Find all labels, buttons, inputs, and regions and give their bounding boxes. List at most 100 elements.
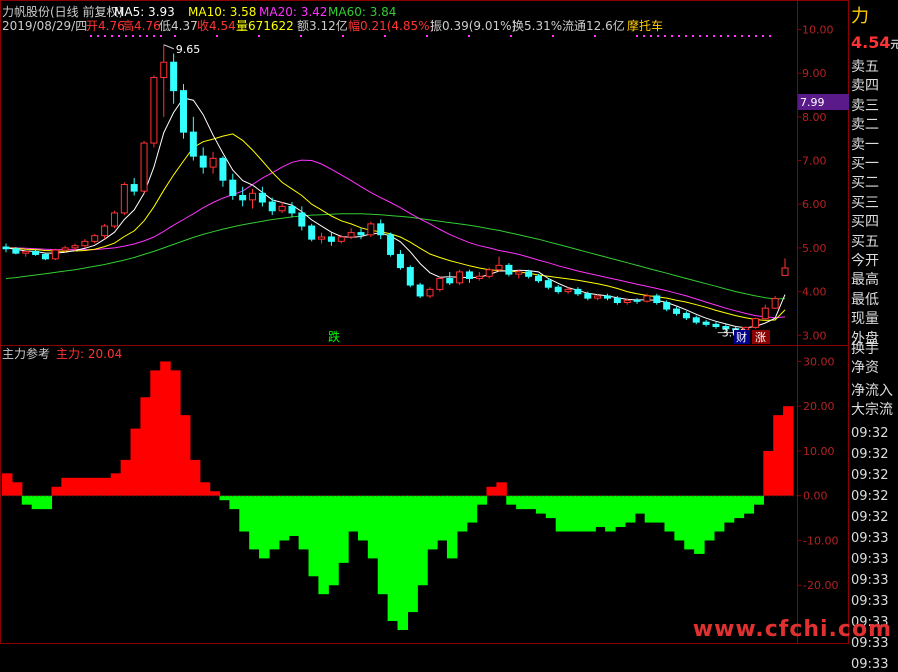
candle-body xyxy=(643,295,651,302)
main-force-bar xyxy=(783,406,794,496)
main-force-bar xyxy=(357,495,369,541)
event-marker-dot xyxy=(692,35,694,37)
main-force-bar xyxy=(506,495,517,505)
candle-body xyxy=(594,295,602,299)
ma60-line xyxy=(5,213,786,300)
candle-body xyxy=(456,271,464,284)
main-force-bar xyxy=(526,495,537,510)
indicator-tick-label: 30.00 xyxy=(803,355,835,368)
watermark: www.cfchi.com xyxy=(692,617,892,642)
stock-chart[interactable]: 3.00 4.00 5.00 6.00 7.00 8.00 9.00 10.00 力帆股份(日线… xyxy=(0,0,849,644)
info-text: 摩托车 xyxy=(627,18,663,33)
main-force-bar xyxy=(2,473,13,496)
event-marker-dot xyxy=(671,35,673,37)
event-marker-dot xyxy=(300,35,302,37)
main-force-bar xyxy=(585,495,596,532)
main-force-bar xyxy=(427,495,438,550)
main-force-bar xyxy=(496,482,507,496)
candle-body xyxy=(426,288,434,297)
candle-body xyxy=(604,295,612,299)
candle-body xyxy=(51,249,59,260)
candle-body xyxy=(633,299,641,302)
main-force-bar xyxy=(160,361,171,496)
event-marker-dot xyxy=(706,35,708,37)
main-force-bar xyxy=(615,495,626,528)
event-marker-dot xyxy=(748,35,750,37)
quote-row-label: 卖三 xyxy=(851,97,879,114)
main-force-bar xyxy=(338,495,349,563)
candle-body xyxy=(534,275,542,282)
main-force-bar xyxy=(763,450,774,496)
candle-body xyxy=(32,250,40,255)
price-marker: 7.99 xyxy=(800,96,825,109)
info-text: 换5.31% xyxy=(512,19,562,33)
candle-body xyxy=(485,269,493,277)
candle-body xyxy=(71,245,79,249)
event-marker-dot xyxy=(426,35,428,37)
main-force-bar xyxy=(90,477,102,496)
main-force-bar xyxy=(516,495,527,510)
indicator-tick-label: -20.00 xyxy=(803,579,838,592)
quote-row-label: 买一 xyxy=(851,156,879,172)
quote-row-label: 卖二 xyxy=(851,117,879,134)
event-marker-dot xyxy=(657,35,659,37)
quote-row-label: 买二 xyxy=(851,175,879,192)
main-force-bar xyxy=(318,495,329,595)
main-force-bar xyxy=(634,495,646,514)
event-marker-dot xyxy=(762,35,764,37)
header-text: 力帆股份(日线 前复权) xyxy=(2,4,123,19)
rise-marker: 涨 xyxy=(755,331,766,344)
candle-body xyxy=(81,240,89,247)
trade-time: 09:33 xyxy=(851,657,889,672)
main-force-bar xyxy=(387,495,399,622)
main-force-bar xyxy=(565,495,577,532)
event-marker-dot xyxy=(713,35,715,37)
candle-body xyxy=(219,157,227,181)
header-text: MA60: 3.84 xyxy=(328,5,396,19)
candle-body xyxy=(623,299,631,304)
main-force-bar xyxy=(446,495,458,559)
main-force-bar xyxy=(268,495,280,550)
main-force-bar xyxy=(743,495,755,514)
main-force-bar xyxy=(535,495,547,514)
main-force-bar xyxy=(209,491,221,496)
main-force-bar xyxy=(753,495,764,505)
quote-row-label: 最高 xyxy=(851,272,879,289)
main-force-bar xyxy=(259,495,270,559)
event-marker-dot xyxy=(384,35,386,37)
event-marker-dot xyxy=(132,35,134,37)
main-force-bar xyxy=(11,482,23,496)
candle-body xyxy=(673,308,681,314)
candle-body xyxy=(318,236,326,240)
main-force-bar xyxy=(239,495,250,532)
info-text: 振0.39(9.01%) xyxy=(430,19,516,33)
candle-body xyxy=(377,223,385,236)
candle-body xyxy=(41,253,49,260)
price-tick-label: 6.00 xyxy=(802,198,827,211)
candle-body xyxy=(189,131,197,157)
price-tick-label: 5.00 xyxy=(802,242,827,255)
candle-body xyxy=(101,225,109,237)
peak-label: 9.65 xyxy=(176,43,201,56)
candle-body xyxy=(692,317,700,323)
main-force-bar xyxy=(81,477,92,496)
event-marker-dot xyxy=(552,35,554,37)
event-marker-dot xyxy=(125,35,127,37)
event-marker-dot xyxy=(678,35,680,37)
candle-body xyxy=(357,232,365,236)
candle-body xyxy=(781,267,789,276)
indicator-title: 主力参考 xyxy=(2,346,50,361)
indicator-tick-label: 10.00 xyxy=(803,445,835,458)
quote-row-label: 买五 xyxy=(851,233,879,250)
main-force-bar xyxy=(733,495,745,519)
main-force-bar xyxy=(179,415,191,496)
header-text: MA20: 3.42 xyxy=(259,5,327,19)
quote-row-label: 净资 xyxy=(851,360,879,376)
candle-body xyxy=(120,184,128,214)
main-force-bar xyxy=(21,495,33,505)
main-force-bar xyxy=(61,477,72,496)
price-tick-label: 8.00 xyxy=(802,111,827,124)
fin-marker: 财 xyxy=(736,330,747,344)
candle-body xyxy=(288,205,296,214)
trade-time: 09:32 xyxy=(851,426,889,441)
